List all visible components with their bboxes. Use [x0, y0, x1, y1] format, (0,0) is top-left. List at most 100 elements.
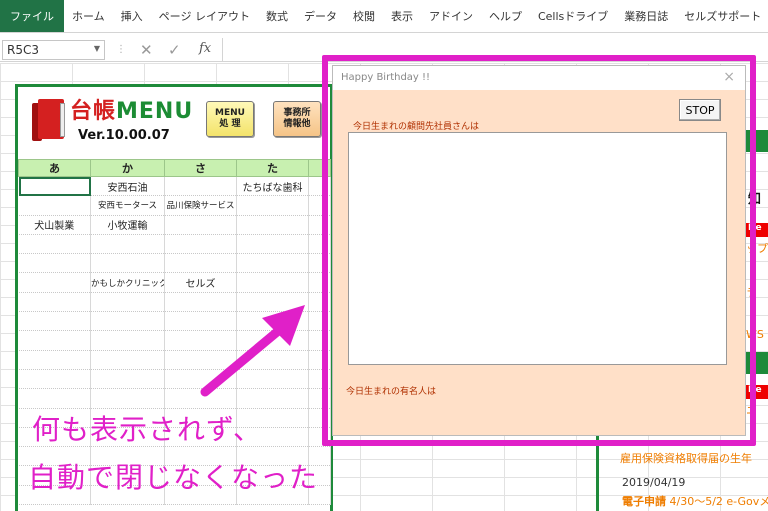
table-row: [18, 330, 331, 351]
column-header: あ: [18, 159, 91, 177]
table-cell[interactable]: [164, 253, 237, 274]
table-cell[interactable]: [18, 253, 91, 274]
menu-title: 台帳MENU: [70, 93, 193, 125]
table-cell[interactable]: [18, 234, 91, 255]
table-cell[interactable]: 犬山製業: [18, 215, 91, 235]
table-cell[interactable]: [236, 369, 309, 390]
table-cell[interactable]: [236, 388, 309, 409]
table-cell[interactable]: [90, 388, 165, 409]
table-cell[interactable]: [164, 330, 237, 351]
news-link-bold: 電子申請: [622, 495, 666, 508]
insert-function-icon[interactable]: fx: [199, 41, 211, 56]
table-cell[interactable]: [164, 176, 237, 197]
tab-home[interactable]: ホーム: [64, 0, 113, 32]
news-link-rest: 4/30〜5/2 e-Govメ: [666, 495, 768, 508]
news-link[interactable]: 雇用保険資格取得届の生年: [620, 450, 752, 466]
table-row: 犬山製業 小牧運輸: [18, 215, 331, 235]
table-cell[interactable]: [236, 292, 309, 313]
check-icon[interactable]: ✓: [168, 41, 181, 59]
table-cell[interactable]: [90, 292, 165, 313]
table-cell[interactable]: [236, 234, 309, 255]
dialog-titlebar: Happy Birthday !! ×: [333, 66, 745, 90]
table-cell[interactable]: [236, 350, 309, 370]
version-label: Ver.10.00.07: [78, 128, 170, 143]
table-cell[interactable]: [164, 388, 237, 409]
table-cell[interactable]: 安西モータース: [90, 195, 165, 216]
table-cell[interactable]: [90, 311, 165, 332]
table-cell[interactable]: [18, 176, 91, 197]
tab-file[interactable]: ファイル: [0, 0, 64, 32]
table-cell[interactable]: セルズ: [164, 272, 237, 293]
clients-birthday-label: 今日生まれの顧問先社員さんは: [353, 122, 480, 132]
ribbon-tabs: ファイル ホーム 挿入 ページ レイアウト 数式 データ 校閲 表示 アドイン …: [0, 0, 768, 33]
table-row: 安西モータース 品川保険サービス: [18, 195, 331, 216]
close-icon[interactable]: ×: [723, 69, 735, 85]
dialog-title: Happy Birthday !!: [341, 72, 431, 83]
tab-insert[interactable]: 挿入: [113, 0, 151, 32]
news-link[interactable]: 電子申請 4/30〜5/2 e-Govメ: [622, 493, 768, 509]
table-cell[interactable]: 品川保険サービス: [164, 195, 237, 216]
table-cell[interactable]: [18, 311, 91, 332]
table-row: [18, 292, 331, 313]
name-box[interactable]: R5C3 ▼: [2, 40, 105, 60]
table-cell[interactable]: [236, 272, 309, 293]
table-cell[interactable]: [90, 234, 165, 255]
table-cell[interactable]: [236, 215, 309, 235]
table-cell[interactable]: [164, 369, 237, 390]
cancel-icon[interactable]: ✕: [140, 41, 153, 59]
client-index-table: あ か さ た 安西石油 たちばな歯科 安西モータース 品川保険サービス 犬山製業 小牧運…: [18, 159, 331, 506]
annotation-text-line1: 何も表示されず、: [32, 413, 263, 446]
tab-formulas[interactable]: 数式: [258, 0, 296, 32]
table-cell[interactable]: [90, 330, 165, 351]
table-cell[interactable]: [18, 330, 91, 351]
news-date: 2019/04/19: [622, 476, 686, 489]
table-cell[interactable]: [18, 292, 91, 313]
table-cell[interactable]: [164, 234, 237, 255]
tab-work-diary[interactable]: 業務日誌: [616, 0, 676, 32]
table-cell[interactable]: たちばな歯科: [236, 176, 309, 197]
tab-help[interactable]: ヘルプ: [481, 0, 530, 32]
name-box-value: R5C3: [7, 43, 39, 57]
stop-button[interactable]: STOP: [679, 99, 721, 121]
dialog-body: STOP 今日生まれの顧問先社員さんは 今日生まれの有名人は: [333, 90, 745, 435]
table-cell[interactable]: かもしかクリニック: [90, 272, 165, 293]
table-cell[interactable]: 安西石油: [90, 176, 165, 197]
menu-title-ja: 台帳: [70, 99, 117, 124]
table-cell[interactable]: [236, 253, 309, 274]
chevron-down-icon[interactable]: ▼: [94, 44, 100, 53]
tab-data[interactable]: データ: [296, 0, 345, 32]
table-cell[interactable]: [236, 330, 309, 351]
table-cell[interactable]: [164, 311, 237, 332]
tab-page-layout[interactable]: ページ レイアウト: [151, 0, 258, 32]
office-info-button[interactable]: 事務所 情報他: [273, 101, 321, 137]
table-cell[interactable]: [164, 350, 237, 370]
birthday-dialog: Happy Birthday !! × STOP 今日生まれの顧問先社員さんは …: [332, 65, 746, 436]
tab-review[interactable]: 校閲: [345, 0, 383, 32]
table-row: かもしかクリニック セルズ: [18, 272, 331, 293]
tab-view[interactable]: 表示: [383, 0, 421, 32]
table-cell[interactable]: [18, 369, 91, 390]
table-cell[interactable]: [90, 253, 165, 274]
formula-divider: [222, 38, 223, 62]
tab-addins[interactable]: アドイン: [421, 0, 481, 32]
tab-cells-support[interactable]: セルズサポート: [676, 0, 768, 32]
table-cell[interactable]: [90, 369, 165, 390]
table-cell[interactable]: [18, 350, 91, 370]
tab-cells-drive[interactable]: Cellsドライブ: [530, 0, 616, 32]
menu-title-en: MENU: [116, 99, 194, 124]
table-cell[interactable]: [236, 195, 309, 216]
menu-process-button[interactable]: MENU 処 理: [206, 101, 254, 137]
grip-icon: ⋮: [116, 44, 126, 55]
table-cell[interactable]: 小牧運輸: [90, 215, 165, 235]
table-row: [18, 311, 331, 332]
table-cell[interactable]: [18, 388, 91, 409]
table-cell[interactable]: [164, 292, 237, 313]
clients-birthday-listbox[interactable]: [348, 132, 727, 365]
famous-birthday-label: 今日生まれの有名人は: [346, 387, 437, 397]
table-cell[interactable]: [18, 272, 91, 293]
table-cell[interactable]: [90, 350, 165, 370]
table-row: 安西石油 たちばな歯科: [18, 176, 331, 197]
table-cell[interactable]: [164, 215, 237, 235]
table-cell[interactable]: [18, 195, 91, 216]
table-cell[interactable]: [236, 311, 309, 332]
